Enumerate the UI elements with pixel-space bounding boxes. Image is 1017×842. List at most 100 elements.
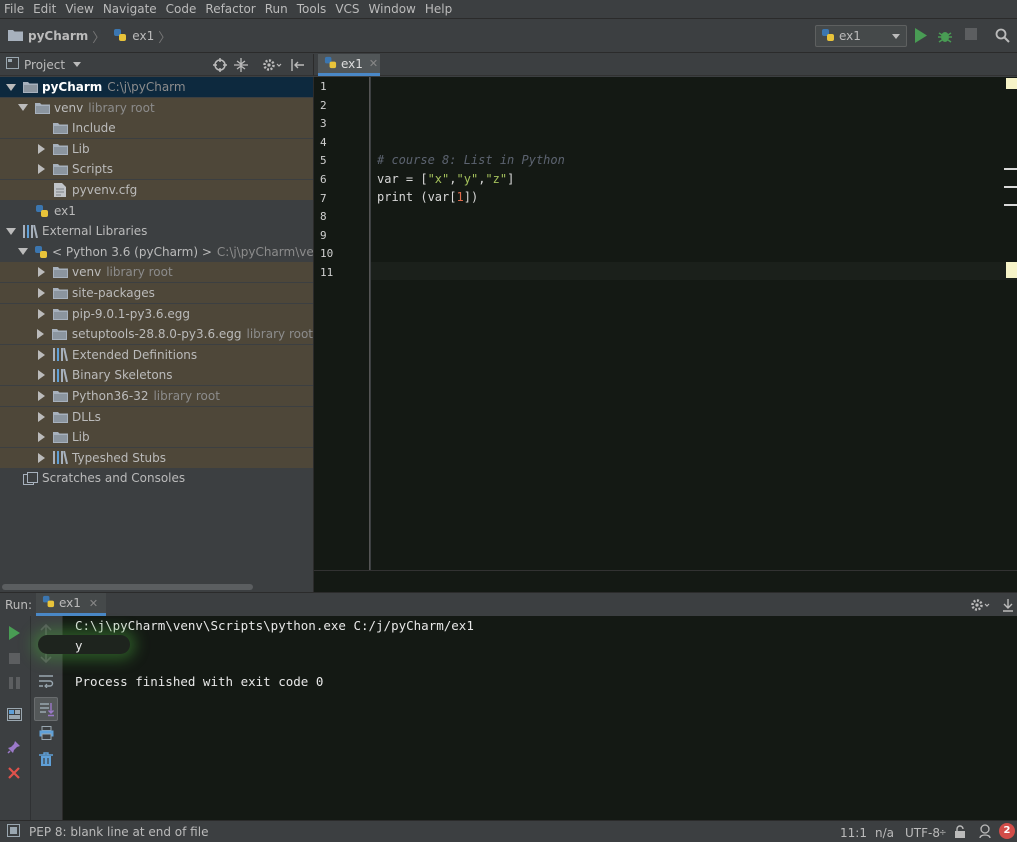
- notification-badge[interactable]: 2: [999, 823, 1015, 839]
- chevron-down-icon[interactable]: [73, 62, 82, 67]
- editor-tab-ex1[interactable]: ex1 ✕: [318, 54, 380, 76]
- scroll-to-end-icon[interactable]: [34, 697, 58, 721]
- tree-item[interactable]: ex1: [0, 201, 313, 221]
- tree-item-hint: library root: [246, 327, 313, 342]
- tree-item[interactable]: Lib: [0, 427, 313, 448]
- run-icon[interactable]: [914, 28, 928, 46]
- menu-code[interactable]: Code: [166, 2, 197, 16]
- collapse-arrow-icon[interactable]: [36, 267, 46, 278]
- tree-item[interactable]: pyvenv.cfg: [0, 180, 313, 200]
- tree-item[interactable]: Extended Definitions: [0, 344, 313, 365]
- run-toolbar-primary: [0, 616, 31, 820]
- expand-arrow-icon[interactable]: [6, 83, 16, 91]
- locate-icon[interactable]: [213, 58, 227, 75]
- tree-item[interactable]: pyCharm C:\j\pyCharm: [0, 77, 313, 97]
- gear-icon[interactable]: [970, 598, 990, 615]
- soft-wrap-icon[interactable]: [38, 674, 54, 691]
- collapse-arrow-icon[interactable]: [36, 164, 46, 175]
- layout-icon[interactable]: [7, 708, 22, 724]
- rerun-icon[interactable]: [8, 626, 21, 643]
- breadcrumb-project[interactable]: pyCharm 〉: [0, 27, 105, 46]
- tree-item[interactable]: Typeshed Stubs: [0, 447, 313, 468]
- trash-icon[interactable]: [39, 752, 53, 770]
- collapse-arrow-icon[interactable]: [36, 288, 46, 298]
- lock-icon[interactable]: [954, 825, 966, 841]
- tree-item[interactable]: venv library root: [0, 97, 313, 118]
- pause-icon[interactable]: [9, 677, 20, 692]
- tree-item[interactable]: Lib: [0, 138, 313, 159]
- collapse-arrow-icon[interactable]: [36, 329, 46, 340]
- folder-icon: [52, 265, 68, 279]
- code-editor[interactable]: # course 8: List in Python var = ["x","y"…: [371, 77, 1017, 570]
- menu-vcs[interactable]: VCS: [335, 2, 359, 16]
- collapse-arrow-icon[interactable]: [36, 452, 46, 463]
- debug-icon[interactable]: [937, 28, 953, 47]
- collapse-arrow-icon[interactable]: [36, 143, 46, 154]
- run-tab-ex1[interactable]: ex1 ✕: [36, 593, 106, 616]
- tree-item[interactable]: Scripts: [0, 159, 313, 180]
- menu-help[interactable]: Help: [425, 2, 452, 16]
- search-icon[interactable]: [995, 28, 1010, 46]
- warning-stripe-mark[interactable]: [1006, 262, 1017, 278]
- stop-icon[interactable]: [9, 653, 20, 667]
- menu-edit[interactable]: Edit: [33, 2, 56, 16]
- file-encoding[interactable]: UTF-8: [905, 826, 940, 840]
- tree-item[interactable]: venv library root: [0, 262, 313, 283]
- run-configuration-dropdown[interactable]: ex1: [815, 25, 907, 47]
- tree-item[interactable]: Scratches and Consoles: [0, 468, 313, 488]
- menu-view[interactable]: View: [65, 2, 93, 16]
- caret-line-highlight: [371, 262, 1017, 280]
- hide-panel-icon[interactable]: [291, 58, 305, 75]
- print-icon[interactable]: [39, 726, 54, 743]
- collapse-arrow-icon[interactable]: [36, 308, 46, 319]
- close-icon[interactable]: ✕: [89, 597, 98, 610]
- line-separator[interactable]: n/a: [875, 826, 894, 840]
- collapse-arrow-icon[interactable]: [36, 391, 46, 401]
- run-panel-header: Run: ex1 ✕: [0, 592, 1017, 616]
- toggle-tool-windows-icon[interactable]: [7, 823, 20, 840]
- collapse-arrow-icon[interactable]: [36, 349, 46, 360]
- expand-arrow-icon[interactable]: [18, 248, 28, 256]
- tree-item[interactable]: pip-9.0.1-py3.6.egg: [0, 303, 313, 324]
- inspection-status-marker[interactable]: [1006, 78, 1017, 89]
- collapse-arrow-icon[interactable]: [36, 432, 46, 443]
- tree-item[interactable]: Binary Skeletons: [0, 365, 313, 386]
- tree-item[interactable]: External Libraries: [0, 221, 313, 241]
- collapse-arrow-icon[interactable]: [36, 411, 46, 422]
- menu-file[interactable]: File: [4, 2, 24, 16]
- tree-item[interactable]: setuptools-28.8.0-py3.6.egg library root: [0, 324, 313, 345]
- expand-arrow-icon[interactable]: [6, 227, 16, 235]
- chevron-down-icon[interactable]: ÷: [939, 828, 947, 838]
- pin-icon[interactable]: [7, 740, 21, 757]
- menu-tools[interactable]: Tools: [297, 2, 327, 16]
- tree-item[interactable]: site-packages: [0, 283, 313, 303]
- collapse-all-icon[interactable]: [234, 58, 248, 75]
- tree-item[interactable]: < Python 3.6 (pyCharm) > C:\j\pyCharm\ven…: [0, 242, 313, 262]
- error-stripe-mark[interactable]: [1004, 168, 1017, 170]
- close-icon[interactable]: ✕: [369, 57, 378, 70]
- inspector-icon[interactable]: [978, 824, 992, 842]
- project-view-selector[interactable]: Project: [24, 58, 65, 72]
- tree-item[interactable]: Include: [0, 118, 313, 139]
- menu-navigate[interactable]: Navigate: [103, 2, 157, 16]
- menu-window[interactable]: Window: [369, 2, 416, 16]
- collapse-arrow-icon[interactable]: [36, 370, 46, 381]
- expand-arrow-icon[interactable]: [18, 104, 28, 112]
- project-horizontal-scrollbar[interactable]: [0, 582, 313, 592]
- scrollbar-thumb[interactable]: [2, 584, 253, 590]
- tree-item[interactable]: Python36-32 library root: [0, 386, 313, 406]
- error-stripe-mark[interactable]: [1004, 186, 1017, 188]
- tree-item[interactable]: DLLs: [0, 406, 313, 427]
- caret-position[interactable]: 11:1: [840, 826, 867, 840]
- run-console-output[interactable]: C:\j\pyCharm\venv\Scripts\python.exe C:/…: [63, 616, 1017, 820]
- stop-icon[interactable]: [965, 28, 977, 43]
- minimize-icon[interactable]: [1002, 598, 1014, 615]
- breadcrumb-file[interactable]: ex1 〉: [105, 27, 171, 46]
- menu-refactor[interactable]: Refactor: [205, 2, 255, 16]
- close-icon[interactable]: [8, 767, 20, 782]
- navigation-bar: pyCharm 〉 ex1 〉 ex1: [0, 20, 1017, 53]
- gear-icon[interactable]: [262, 58, 282, 75]
- error-stripe-mark[interactable]: [1004, 204, 1017, 206]
- project-tree: pyCharm C:\j\pyCharm venv library root Inclu…: [0, 77, 313, 582]
- menu-run[interactable]: Run: [265, 2, 288, 16]
